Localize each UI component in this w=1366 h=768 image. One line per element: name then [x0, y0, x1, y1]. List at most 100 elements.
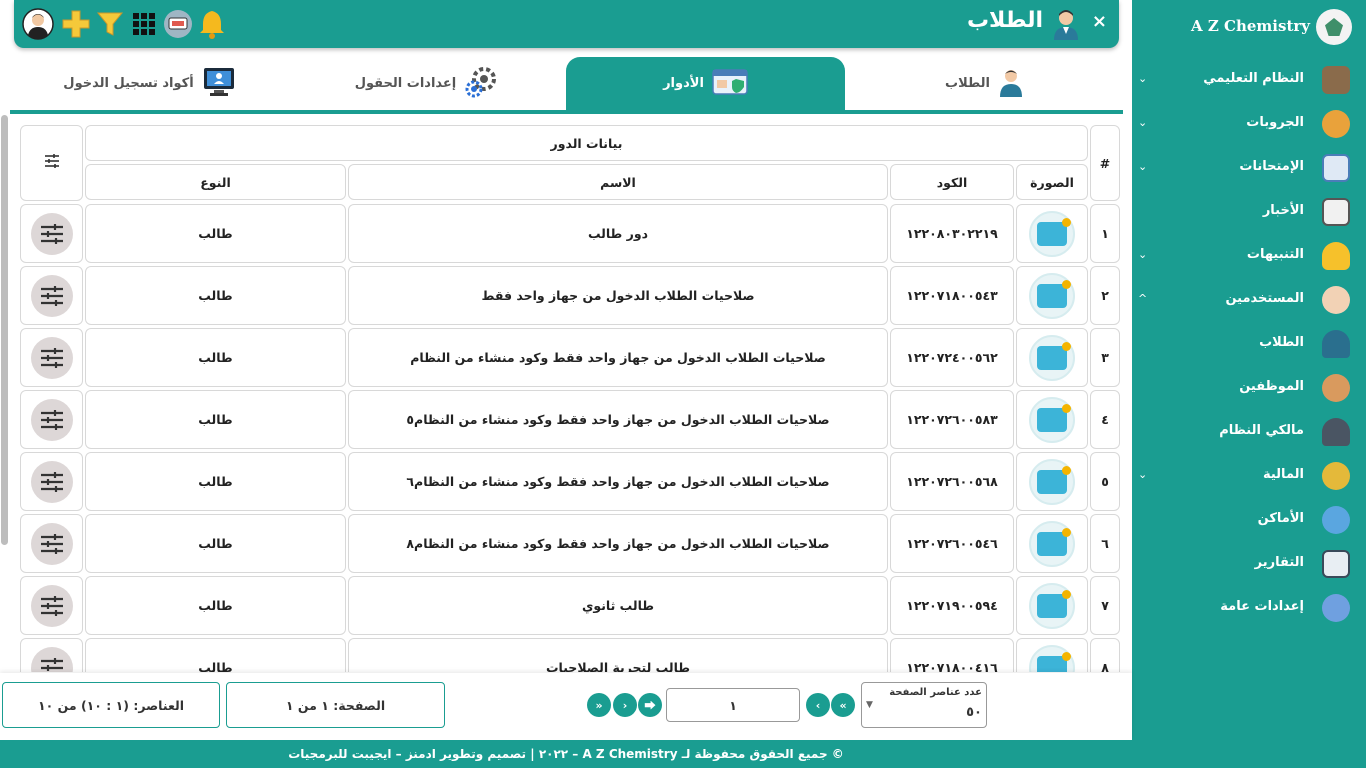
tab-label: أكواد تسجيل الدخول	[63, 76, 194, 91]
sidebar-item-education[interactable]: النظام التعليمي ⌄	[1132, 58, 1366, 102]
close-button[interactable]: ×	[1092, 11, 1107, 32]
page-size-select[interactable]: عدد عناصر الصفحة ٥٠ ▼	[861, 682, 987, 728]
row-settings-button[interactable]	[30, 460, 73, 503]
row-image	[1016, 638, 1088, 672]
row-name: صلاحيات الطلاب الدخول من جهاز واحد فقط	[348, 266, 888, 325]
row-type-text: طالب	[198, 660, 233, 672]
row-type-text: طالب	[198, 226, 233, 241]
row-settings-button[interactable]	[30, 522, 73, 565]
row-name: صلاحيات الطلاب الدخول من جهاز واحد فقط و…	[348, 514, 888, 573]
copyright-text: © جميع الحقوق محفوظة لـ A Z Chemistry – …	[288, 747, 844, 761]
sidebar-item-users[interactable]: المستخدمين ^	[1132, 278, 1366, 322]
row-settings-button[interactable]	[30, 584, 73, 627]
money-icon	[1322, 462, 1350, 490]
sidebar-item-employees[interactable]: الموظفين	[1132, 366, 1366, 410]
tab-label: إعدادات الحقول	[354, 76, 457, 91]
previous-page-button[interactable]: ‹	[806, 693, 830, 717]
groups-icon	[1322, 110, 1350, 138]
sidebar-item-news[interactable]: الأخبار	[1132, 190, 1366, 234]
sliders-icon	[40, 285, 63, 306]
column-header-image: الصورة	[1016, 164, 1088, 200]
users-icon	[1322, 286, 1350, 314]
column-header-index: #	[1090, 125, 1120, 201]
row-type-text: طالب	[198, 598, 233, 613]
row-settings-button[interactable]	[30, 274, 73, 317]
copyright-footer: © جميع الحقوق محفوظة لـ A Z Chemistry – …	[0, 740, 1132, 768]
fingerprint-screen-icon	[1029, 396, 1075, 443]
sidebar-item-places[interactable]: الأماكن	[1132, 498, 1366, 542]
sliders-icon	[40, 595, 63, 616]
row-image	[1016, 514, 1088, 573]
row-actions	[20, 204, 83, 263]
fingerprint-screen-icon	[1029, 210, 1075, 257]
column-header-name: الاسم	[348, 164, 888, 200]
row-settings-button[interactable]	[30, 398, 73, 441]
tab-students[interactable]: الطلاب	[845, 57, 1124, 110]
row-name: صلاحيات الطلاب الدخول من جهاز واحد فقط و…	[348, 452, 888, 511]
row-settings-button[interactable]	[30, 336, 73, 379]
row-actions	[20, 638, 83, 672]
report-icon	[1322, 550, 1350, 578]
row-name-text: دور طالب	[587, 226, 649, 241]
page-size-value: ٥٠	[966, 705, 982, 720]
row-type-text: طالب	[198, 536, 233, 551]
row-code-text: ١٢٢٠٨٠٣٠٢٢١٩	[906, 226, 998, 241]
scrollbar[interactable]	[1, 115, 8, 545]
dropdown-arrow-icon: ▼	[866, 700, 873, 710]
tab-login-codes[interactable]: أكواد تسجيل الدخول	[10, 57, 289, 110]
sidebar-item-groups[interactable]: الجروبات ⌄	[1132, 102, 1366, 146]
settings-icon	[1322, 594, 1350, 622]
row-index-text: ٤	[1101, 412, 1109, 427]
row-code: ١٢٢٠٧٢٦٠٠٥٦٨	[890, 452, 1014, 511]
add-icon[interactable]	[60, 8, 92, 40]
tab-label: الأدوار	[663, 76, 704, 91]
sliders-icon	[40, 409, 63, 430]
sidebar-item-students[interactable]: الطلاب	[1132, 322, 1366, 366]
brand-title: A Z Chemistry	[1191, 17, 1310, 35]
row-image	[1016, 576, 1088, 635]
tab-field-settings[interactable]: إعدادات الحقول	[287, 57, 566, 110]
student-icon	[998, 67, 1024, 101]
row-settings-button[interactable]	[30, 646, 73, 672]
row-code-text: ١٢٢٠٧٢٦٠٠٥٤٦	[906, 536, 998, 551]
row-index: ٦	[1090, 514, 1120, 573]
row-name: صلاحيات الطلاب الدخول من جهاز واحد فقط و…	[348, 390, 888, 449]
sidebar-item-notifications[interactable]: التنبيهات ⌄	[1132, 234, 1366, 278]
row-type-text: طالب	[198, 412, 233, 427]
row-index-text: ٣	[1101, 350, 1109, 365]
sliders-icon	[40, 471, 63, 492]
brand[interactable]: A Z Chemistry	[1132, 0, 1366, 54]
column-settings-button[interactable]	[20, 125, 83, 201]
sidebar-item-finance[interactable]: المالية ⌄	[1132, 454, 1366, 498]
sidebar-item-reports[interactable]: التقارير	[1132, 542, 1366, 586]
sliders-icon	[40, 533, 63, 554]
row-type-text: طالب	[198, 288, 233, 303]
row-index: ٤	[1090, 390, 1120, 449]
grid-menu-icon[interactable]	[128, 8, 160, 40]
go-button[interactable]: ⮕	[638, 693, 662, 717]
fingerprint-screen-icon	[1029, 520, 1075, 567]
row-type: طالب	[85, 266, 346, 325]
profile-avatar-icon[interactable]	[22, 8, 54, 40]
sidebar-item-owners[interactable]: مالكي النظام	[1132, 410, 1366, 454]
sidebar-item-exams[interactable]: الإمتحانات ⌄	[1132, 146, 1366, 190]
sidebar-menu: النظام التعليمي ⌄ الجروبات ⌄ الإمتحانات …	[1132, 58, 1366, 630]
row-code-text: ١٢٢٠٧٢٦٠٠٥٨٣	[906, 412, 998, 427]
row-settings-button[interactable]	[30, 212, 73, 255]
devices-icon[interactable]	[162, 8, 194, 40]
tab-roles[interactable]: الأدوار	[566, 57, 845, 110]
row-code-text: ١٢٢٠٧١٨٠٠٥٤٣	[906, 288, 998, 303]
filter-icon[interactable]	[94, 8, 126, 40]
row-type: طالب	[85, 576, 346, 635]
page-number-input[interactable]: ١	[666, 688, 800, 722]
first-page-button[interactable]: «	[831, 693, 855, 717]
bell-icon[interactable]	[196, 8, 228, 40]
row-type: طالب	[85, 204, 346, 263]
row-name: صلاحيات الطلاب الدخول من جهاز واحد فقط و…	[348, 328, 888, 387]
row-index-text: ٥	[1101, 474, 1109, 489]
sidebar-item-general-settings[interactable]: إعدادات عامة	[1132, 586, 1366, 630]
chevron-down-icon: ⌄	[1138, 468, 1148, 481]
next-page-button[interactable]: ›	[613, 693, 637, 717]
row-type: طالب	[85, 452, 346, 511]
last-page-button[interactable]: »	[587, 693, 611, 717]
